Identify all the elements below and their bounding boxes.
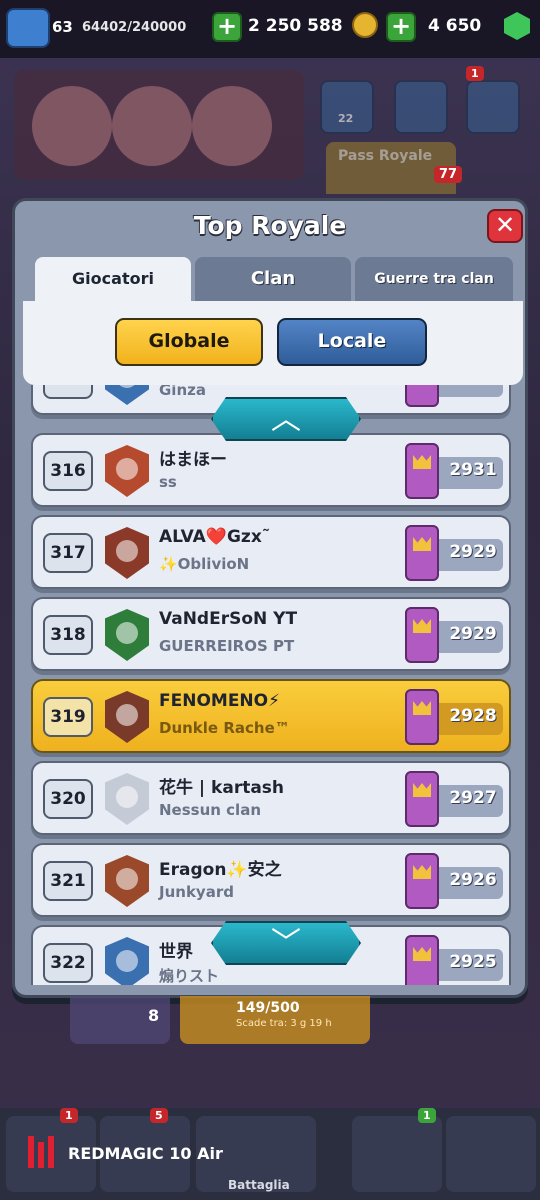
trophy-icon — [405, 853, 439, 909]
player-name: 世界 — [159, 942, 193, 962]
clan-name: Ginza — [159, 385, 206, 399]
device-label: REDMAGIC 10 Air — [68, 1144, 223, 1163]
top-royale-modal: Top Royale ✕ Giocatori Clan Guerre tra c… — [12, 198, 528, 998]
chevron-down-icon: ﹀ — [271, 926, 301, 961]
trophy-icon — [405, 525, 439, 581]
trophy-score: 2929 — [449, 542, 497, 562]
pig-emote-icon — [192, 86, 272, 166]
rank-badge: 321 — [43, 861, 93, 901]
trophy-icon — [405, 443, 439, 499]
chest-timer: Scade tra: 3 g 19 h — [236, 1018, 332, 1029]
gem-icon — [504, 12, 530, 40]
menu-button[interactable] — [466, 80, 520, 134]
rank-badge: 320 — [43, 779, 93, 819]
trophy-score: 2926 — [449, 870, 497, 890]
nav-events[interactable] — [446, 1116, 536, 1192]
scroll-down-button[interactable]: ﹀ — [211, 921, 361, 965]
nav-badge: 1 — [418, 1108, 436, 1123]
trophy-score: 2931 — [449, 460, 497, 480]
clan-shield-icon — [105, 385, 149, 405]
rank-badge: 315 — [43, 385, 93, 399]
clan-shield-icon — [105, 527, 149, 579]
trophy-score: 2929 — [449, 624, 497, 644]
clan-name: Junkyard — [159, 883, 234, 901]
trophy-icon — [405, 935, 439, 985]
clan-name: ss — [159, 473, 177, 491]
gold-coin-icon — [352, 12, 378, 38]
clan-shield-icon — [105, 609, 149, 661]
add-gems-button[interactable]: + — [386, 12, 416, 42]
global-button[interactable]: Globale — [115, 318, 263, 366]
pass-badge: 77 — [434, 166, 463, 183]
tab-players[interactable]: Giocatori — [35, 257, 191, 301]
chevron-up-icon: ︿ — [271, 402, 301, 437]
rank-badge: 318 — [43, 615, 93, 655]
table-row[interactable]: 316 はまほー ss 2931 — [31, 433, 511, 507]
menu-badge: 1 — [466, 66, 484, 81]
player-name: ALVA❤️Gzx˜ — [159, 527, 271, 547]
nav-badge: 5 — [150, 1108, 168, 1123]
pig-emote-icon — [32, 86, 112, 166]
tab-clan[interactable]: Clan — [195, 257, 351, 301]
table-row[interactable]: 321 Eragon✨安之 Junkyard 2926 — [31, 843, 511, 917]
trophy-score: 2928 — [449, 706, 497, 726]
leaderboard-list[interactable]: 315 Ginza 2932 316 はまほー ss 2931 317 ALVA❤️Gzx… — [29, 385, 513, 985]
trophy-score: 2927 — [449, 788, 497, 808]
level-number: 63 — [52, 18, 73, 36]
trophy-icon — [405, 385, 439, 407]
table-row-current-player[interactable]: 319 FENOMENO⚡ Dunkle Rache™ 2928 — [31, 679, 511, 753]
battle-label: Battaglia — [228, 1178, 290, 1192]
table-row[interactable]: 318 VaNdErSoN YT GUERREIROS PT 2929 — [31, 597, 511, 671]
redmagic-logo-icon — [28, 1136, 54, 1168]
trophy-icon — [405, 607, 439, 663]
clan-shield-icon — [105, 937, 149, 985]
clan-shield-icon — [105, 445, 149, 497]
add-gold-button[interactable]: + — [212, 12, 242, 42]
clan-name: Dunkle Rache™ — [159, 719, 290, 737]
rank-badge: 317 — [43, 533, 93, 573]
nav-badge: 1 — [60, 1108, 78, 1123]
pass-royale-label: Pass Royale — [338, 148, 433, 164]
clan-name: 煽りスト — [159, 967, 220, 985]
clan-shield-icon — [105, 773, 149, 825]
xp-progress: 64402/240000 — [82, 20, 187, 35]
rank-badge: 316 — [43, 451, 93, 491]
card-count: 8 — [148, 1006, 160, 1025]
trophy-score: 2932 — [443, 385, 503, 388]
player-name: VaNdErSoN YT — [159, 609, 298, 629]
news-button[interactable] — [394, 80, 448, 134]
filter-bar: Globale Locale — [23, 301, 523, 385]
clan-name: Nessun clan — [159, 801, 261, 819]
scroll-up-button[interactable]: ︿ — [211, 397, 361, 441]
status-bar: 63 64402/240000 + 2 250 588 + 4 650 — [0, 0, 540, 58]
nav-clan[interactable] — [352, 1116, 442, 1192]
clan-shield-icon — [105, 855, 149, 907]
player-name: 花牛 | kartash — [159, 778, 285, 798]
trophy-icon — [405, 689, 439, 745]
trophy-score: 2925 — [449, 952, 497, 972]
level-badge[interactable] — [6, 8, 50, 48]
gold-amount: 2 250 588 — [248, 16, 343, 36]
clan-shield-icon — [105, 691, 149, 743]
friends-button[interactable]: 22 — [320, 80, 374, 134]
trophy-icon — [405, 771, 439, 827]
rank-badge: 319 — [43, 697, 93, 737]
player-name: はまほー — [159, 450, 227, 470]
pig-emote-icon — [112, 86, 192, 166]
player-name: FENOMENO⚡ — [159, 691, 281, 711]
chest-progress: 149/500 — [236, 1000, 300, 1016]
tab-clan-wars[interactable]: Guerre tra clan — [355, 257, 513, 301]
table-row[interactable]: 317 ALVA❤️Gzx˜ ✨OblivioN 2929 — [31, 515, 511, 589]
clan-name: GUERREIROS PT — [159, 637, 295, 655]
friends-count: 22 — [338, 112, 354, 125]
modal-title: Top Royale — [193, 211, 347, 240]
close-button[interactable]: ✕ — [487, 209, 523, 243]
rank-badge: 322 — [43, 943, 93, 983]
table-row[interactable]: 320 花牛 | kartash Nessun clan 2927 — [31, 761, 511, 835]
player-name: Eragon✨安之 — [159, 860, 282, 880]
clan-name: ✨OblivioN — [159, 555, 250, 573]
gems-amount: 4 650 — [428, 16, 482, 36]
local-button[interactable]: Locale — [277, 318, 427, 366]
